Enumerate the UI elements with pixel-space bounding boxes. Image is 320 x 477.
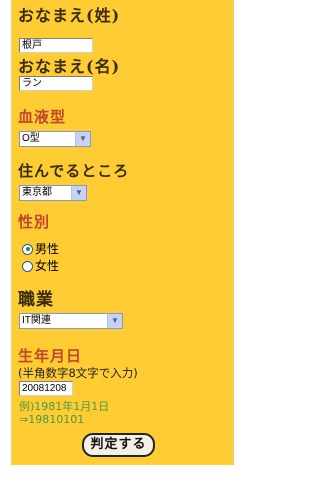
residence-label: 住んでるところ bbox=[18, 162, 130, 180]
birthday-label: 生年月日 bbox=[18, 347, 83, 365]
birthday-hint: (半角数字8文字で入力) bbox=[18, 366, 138, 380]
blood-type-value: O型 bbox=[22, 133, 40, 144]
gender-option-label: 男性 bbox=[35, 242, 60, 256]
gender-option-female[interactable]: 女性 bbox=[22, 259, 59, 273]
last-name-label: おなまえ(姓) bbox=[18, 6, 121, 25]
job-value: IT関連 bbox=[22, 315, 51, 326]
radio-button-icon[interactable] bbox=[22, 260, 33, 272]
gender-option-label: 女性 bbox=[35, 259, 60, 273]
chevron-down-icon: ▼ bbox=[107, 314, 122, 328]
residence-select[interactable]: 東京都 ▼ bbox=[19, 185, 87, 201]
job-select[interactable]: IT関連 ▼ bbox=[19, 313, 123, 329]
chevron-down-icon: ▼ bbox=[75, 132, 90, 146]
chevron-down-icon: ▼ bbox=[71, 186, 86, 200]
birthday-example-date: 例)1981年1月1日 bbox=[19, 400, 110, 413]
judge-button[interactable]: 判定する bbox=[82, 433, 155, 457]
birthday-input[interactable]: 20081208 bbox=[19, 381, 73, 396]
last-name-input[interactable]: 根戸 bbox=[19, 38, 93, 53]
gender-label: 性別 bbox=[18, 213, 51, 231]
residence-value: 東京都 bbox=[22, 187, 52, 198]
blood-type-label: 血液型 bbox=[18, 108, 67, 126]
first-name-label: おなまえ(名) bbox=[18, 57, 121, 76]
radio-button-icon[interactable] bbox=[22, 243, 33, 255]
job-label: 職業 bbox=[18, 290, 54, 310]
gender-option-male[interactable]: 男性 bbox=[22, 242, 59, 256]
birthday-example-number: ⇒19810101 bbox=[19, 413, 85, 426]
first-name-input[interactable]: ラン bbox=[19, 76, 93, 91]
blood-type-select[interactable]: O型 ▼ bbox=[19, 131, 91, 147]
